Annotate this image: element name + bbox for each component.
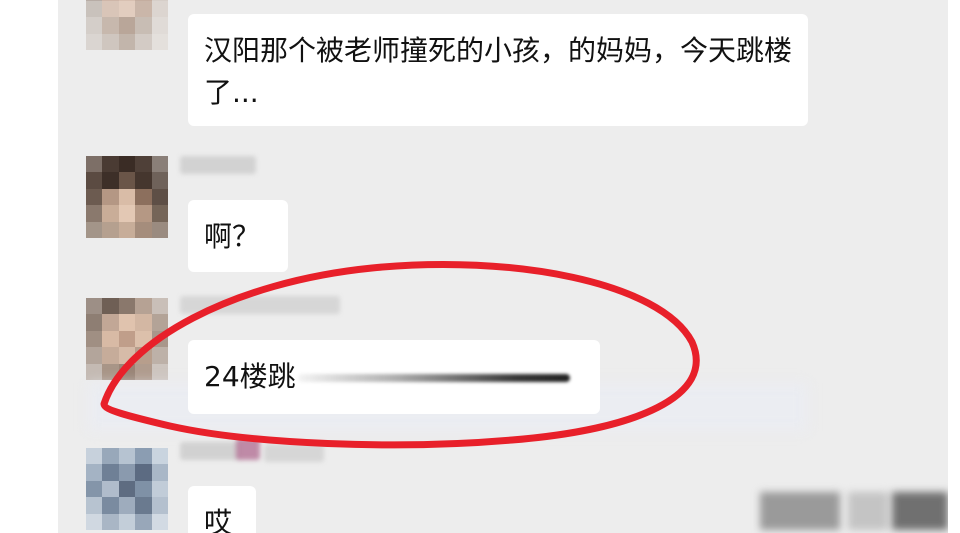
message-bubble[interactable]: 啊？	[188, 200, 288, 272]
message-text: 汉阳那个被老师撞死的小孩，的妈妈，今天跳楼了...	[204, 34, 793, 109]
watermark	[892, 492, 948, 530]
sender-name	[180, 156, 256, 174]
message-text: 哎	[204, 506, 233, 533]
avatar[interactable]	[86, 156, 168, 238]
sender-name	[180, 296, 340, 314]
avatar[interactable]	[86, 448, 168, 530]
message-bubble[interactable]: 哎	[188, 486, 256, 533]
message-text: 啊？	[204, 220, 261, 253]
avatar[interactable]	[86, 298, 168, 380]
sender-name	[180, 442, 240, 460]
redaction-mark	[297, 374, 570, 382]
chat-area: 汉阳那个被老师撞死的小孩，的妈妈，今天跳楼了... 啊？ 24楼跳 哎	[58, 0, 948, 533]
message-bubble[interactable]: 24楼跳	[188, 340, 600, 414]
message-bubble[interactable]: 汉阳那个被老师撞死的小孩，的妈妈，今天跳楼了...	[188, 14, 808, 126]
avatar[interactable]	[86, 0, 168, 50]
watermark	[760, 492, 840, 530]
watermark	[848, 492, 888, 530]
message-text: 24楼跳	[204, 360, 296, 393]
sender-name	[264, 444, 324, 462]
sender-badge	[236, 438, 260, 460]
